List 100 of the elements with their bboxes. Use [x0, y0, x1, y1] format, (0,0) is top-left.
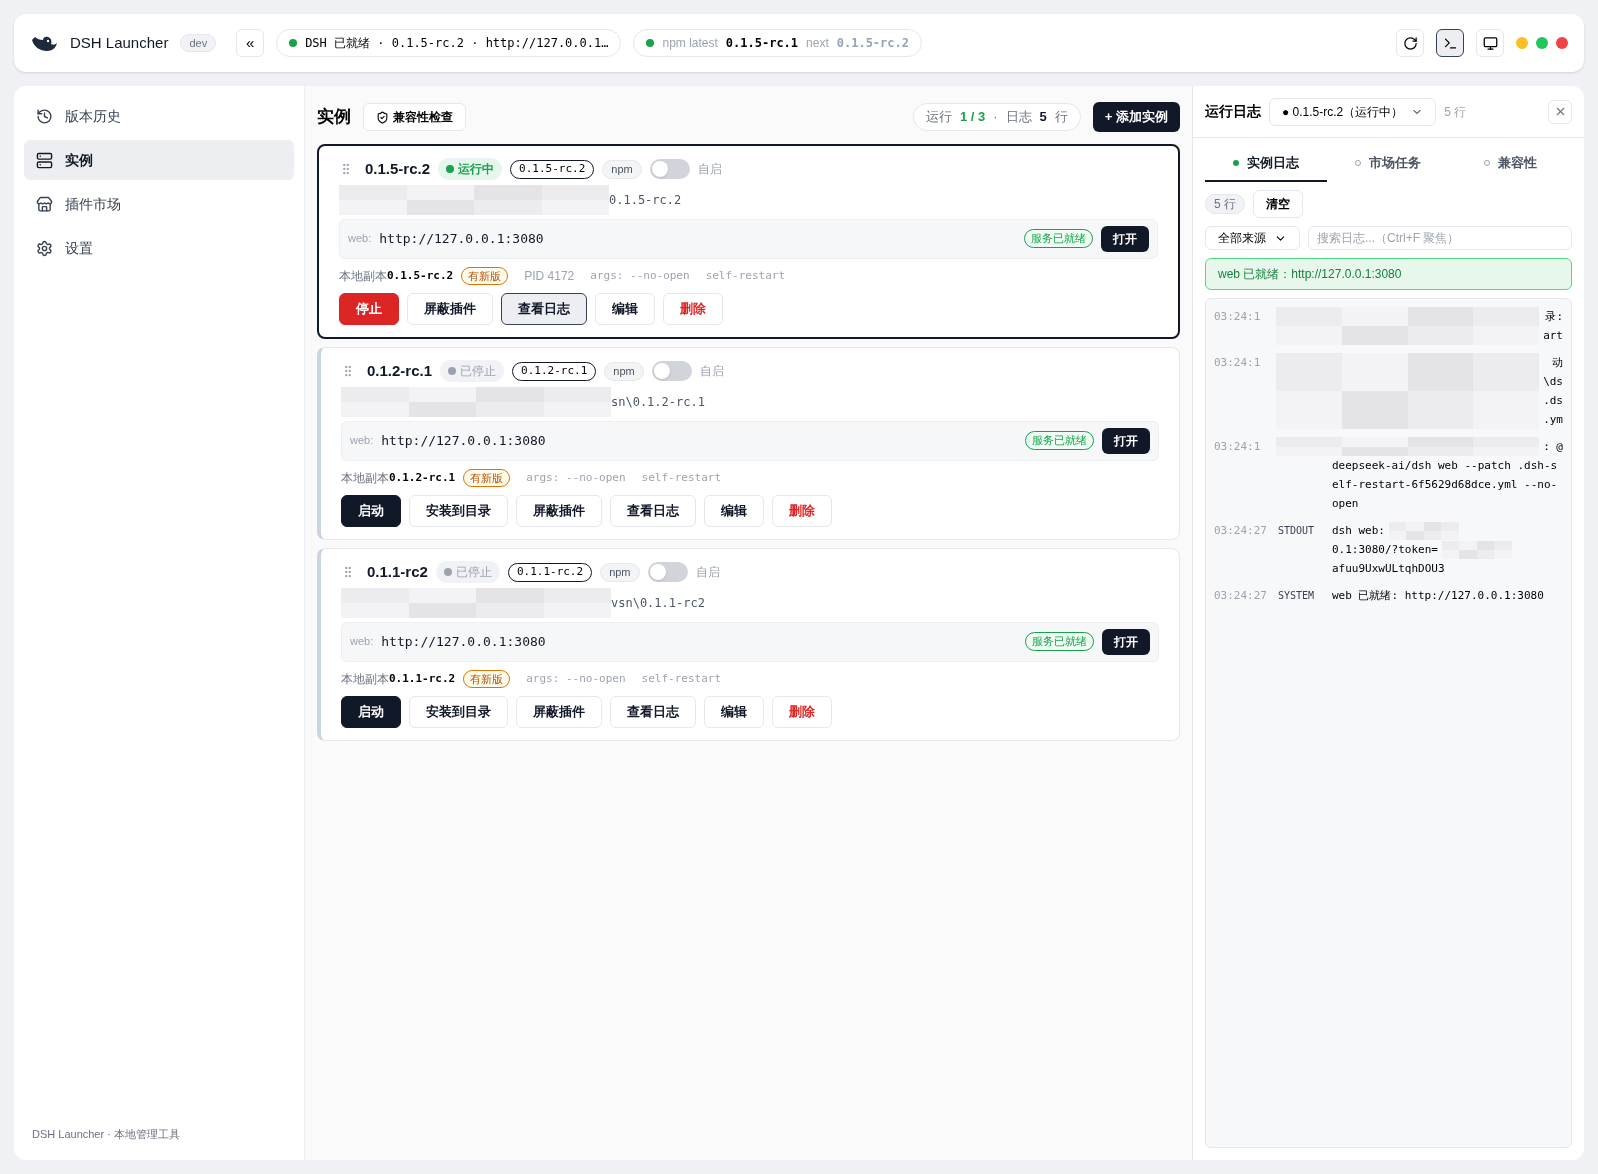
action-button[interactable]: 删除 [772, 495, 832, 527]
action-button[interactable]: 屏蔽插件 [516, 696, 602, 728]
action-button[interactable]: 启动 [341, 495, 401, 527]
log-text-fragment: art [1543, 328, 1563, 344]
autostart-toggle[interactable] [651, 361, 692, 382]
log-text-fragment: 录: [1545, 309, 1563, 325]
log-time: 03:24:1 [1214, 355, 1262, 371]
log-count: 5 [1039, 108, 1047, 127]
log-source: STDOUT [1278, 524, 1316, 538]
npm-next-version: 0.1.5-rc.2 [836, 35, 909, 52]
log-tab[interactable]: 实例日志 [1205, 146, 1328, 182]
log-message: deepseek-ai/dsh web --patch .dsh-self-restart-6f5629d68dce.yml --no-open [1332, 458, 1559, 512]
log-text-fragment: .ds [1543, 393, 1563, 409]
web-label: web: [350, 433, 374, 449]
local-version: 0.1.5-rc.2 [387, 267, 454, 284]
action-button[interactable]: 查看日志 [610, 495, 696, 527]
instance-select[interactable]: ● 0.1.5-rc.2（运行中） [1269, 97, 1437, 126]
monitor-icon [1482, 35, 1498, 51]
source-tag: npm [604, 362, 644, 381]
log-time: 03:24:1 [1214, 439, 1262, 455]
log-text-fragment: \ds [1543, 374, 1563, 390]
npm-latest-label: npm latest [662, 35, 718, 52]
log-message: afuu9UxwULtqhDOU3 [1332, 561, 1445, 577]
log-tab[interactable]: 市场任务 [1327, 146, 1450, 182]
log-tab[interactable]: 兼容性 [1449, 146, 1572, 182]
log-text-fragment: 动 [1552, 355, 1563, 371]
action-button[interactable]: 启动 [341, 696, 401, 728]
count-chip: 5 行 [1205, 194, 1245, 214]
autostart-toggle[interactable] [649, 159, 690, 180]
log-source: SYSTEM [1278, 589, 1316, 603]
terminal-button[interactable] [1436, 29, 1464, 57]
log-search-field[interactable]: 搜索日志...（Ctrl+F 聚焦） [1308, 226, 1572, 250]
close-button[interactable] [1548, 99, 1572, 124]
local-version: 0.1.1-rc.2 [389, 670, 456, 687]
clear-button[interactable]: 清空 [1253, 190, 1303, 218]
action-button[interactable]: 安装到目录 [409, 696, 508, 728]
instance-name: 0.1.2-rc.1 [367, 361, 433, 381]
install-path: sn\0.1.2-rc.1 [611, 393, 705, 411]
log-time: 03:24:27 [1214, 523, 1268, 539]
action-button[interactable]: 停止 [339, 293, 399, 325]
running-label: 运行 [925, 108, 952, 127]
autostart-toggle[interactable] [647, 562, 688, 583]
autostart-label: 自启 [695, 564, 720, 582]
web-url: http://127.0.0.1:3080 [379, 229, 544, 248]
history-icon [36, 107, 53, 125]
log-message: dsh web: [1332, 523, 1385, 539]
sidebar-footer: DSH Launcher · 本地管理工具 [24, 1125, 294, 1150]
compat-check-button[interactable]: 兼容性检查 [363, 103, 466, 131]
source-tag: npm [600, 563, 640, 582]
autostart-label: 自启 [699, 363, 724, 381]
action-button[interactable]: 安装到目录 [409, 495, 508, 527]
autostart-label: 自启 [697, 161, 722, 179]
local-version: 0.1.2-rc.1 [389, 469, 456, 486]
log-time: 03:24:1 [1214, 309, 1262, 325]
action-button[interactable]: 编辑 [704, 696, 764, 728]
ready-badge: 服务已就绪 [1025, 431, 1094, 450]
sidebar-item[interactable]: 实例 [24, 140, 294, 180]
action-button[interactable]: 编辑 [704, 495, 764, 527]
ready-badge: 服务已就绪 [1024, 229, 1093, 248]
terminal-icon [1442, 35, 1458, 51]
collapse-button[interactable]: « [236, 29, 265, 57]
action-button[interactable]: 屏蔽插件 [407, 293, 493, 325]
status-badge: 运行中 [438, 158, 503, 181]
flag-text: self-restart [705, 267, 786, 284]
action-button[interactable]: 查看日志 [610, 696, 696, 728]
sidebar-item[interactable]: 插件市场 [24, 184, 294, 224]
local-copy-label: 本地副本 [341, 670, 389, 688]
action-button[interactable]: 删除 [772, 696, 832, 728]
monitor-button[interactable] [1476, 29, 1504, 57]
open-button[interactable]: 打开 [1102, 427, 1150, 454]
install-path: 0.1.5-rc.2 [609, 191, 682, 209]
add-instance-button[interactable]: + 添加实例 [1092, 102, 1180, 132]
log-message: web 已就绪: http://127.0.0.1:3080 [1332, 588, 1544, 604]
line-count: 5 行 [1444, 103, 1467, 121]
refresh-button[interactable] [1396, 29, 1424, 57]
instance-name: 0.1.1-rc2 [367, 562, 428, 582]
pid-text: PID 4172 [524, 267, 575, 285]
flag-text: self-restart [641, 469, 722, 486]
shield-check-icon [376, 110, 389, 124]
ready-banner: web 已就绪：http://127.0.0.1:3080 [1205, 258, 1572, 290]
update-badge: 有新版 [461, 266, 509, 285]
open-button[interactable]: 打开 [1101, 225, 1149, 252]
update-badge: 有新版 [463, 468, 511, 487]
log-unit: 行 [1054, 108, 1068, 127]
log-message: 0.1:3080/?token= [1332, 542, 1438, 558]
args-text: args: --no-open [526, 469, 626, 486]
action-button[interactable]: 查看日志 [501, 293, 587, 325]
settings-icon [36, 239, 53, 257]
action-button[interactable]: 屏蔽插件 [516, 495, 602, 527]
web-url: http://127.0.0.1:3080 [381, 632, 546, 651]
action-button[interactable]: 删除 [663, 293, 723, 325]
source-select[interactable]: 全部来源 [1205, 226, 1300, 250]
status-text: DSH 已就绪 · 0.1.5-rc.2 · http://127.0.0.1… [305, 35, 609, 52]
refresh-icon [1402, 35, 1418, 51]
open-button[interactable]: 打开 [1102, 628, 1150, 655]
sidebar-item[interactable]: 版本历史 [24, 96, 294, 136]
status-badge: 已停止 [435, 561, 500, 584]
status-badge: 已停止 [440, 360, 505, 383]
action-button[interactable]: 编辑 [595, 293, 655, 325]
sidebar-item[interactable]: 设置 [24, 228, 294, 268]
